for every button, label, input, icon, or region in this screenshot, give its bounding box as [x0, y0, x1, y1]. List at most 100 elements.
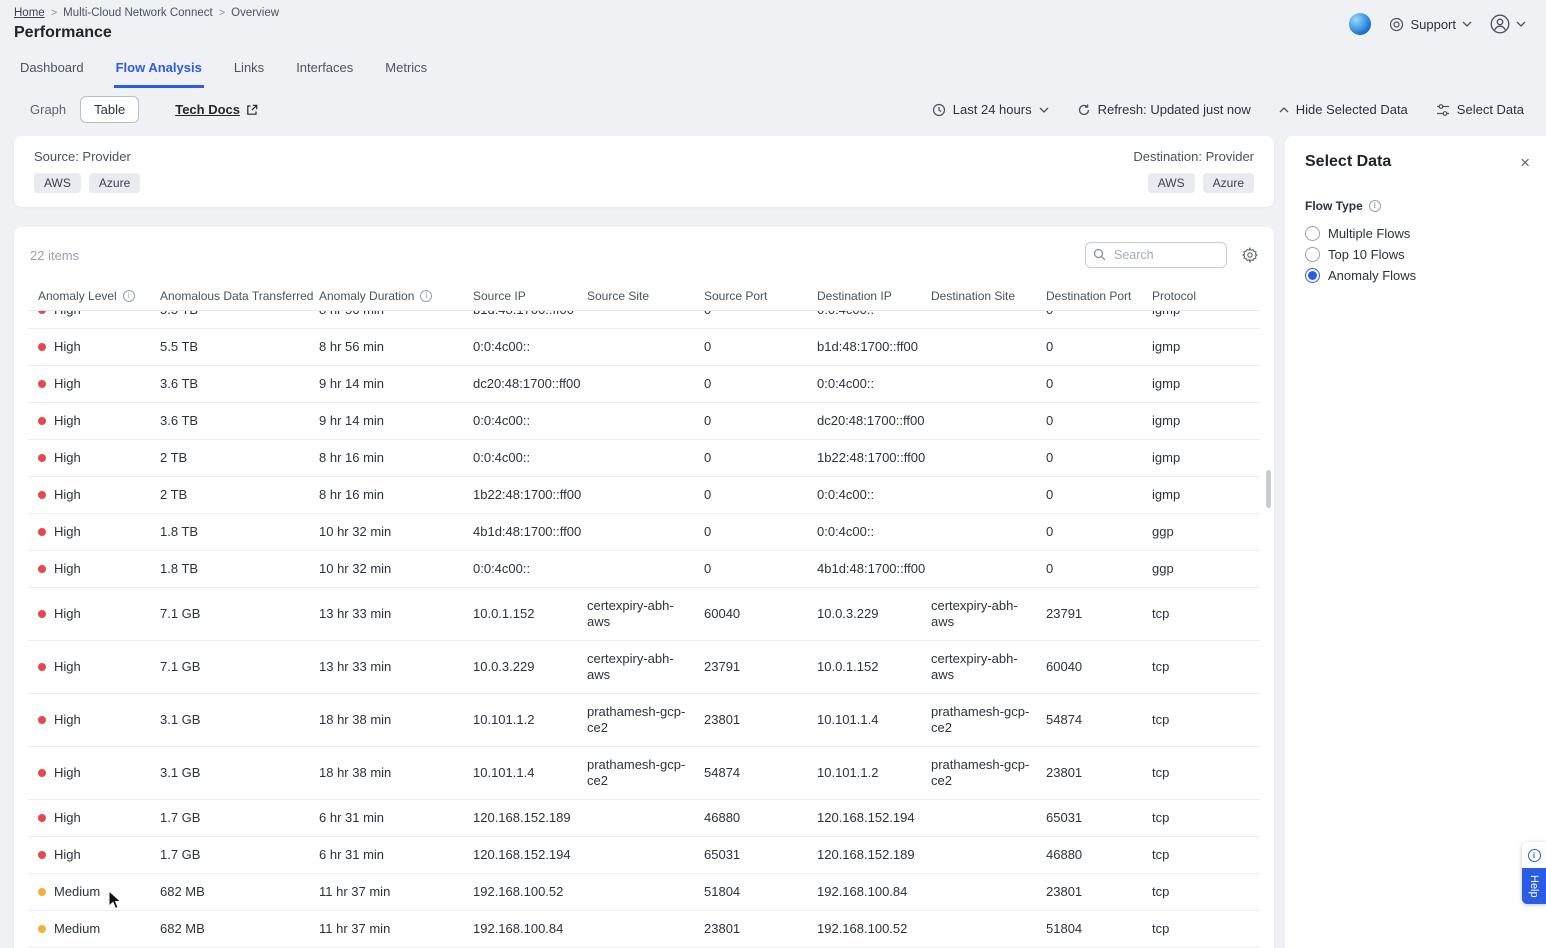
protocol-cell: tcp — [1142, 911, 1260, 947]
source-port-cell: 0 — [694, 311, 807, 328]
select-data-icon — [1436, 103, 1450, 117]
anomaly-duration-cell: 8 hr 56 min — [309, 311, 463, 328]
destination-ip-cell: 120.168.152.194 — [807, 800, 921, 836]
table-row[interactable]: High 3.6 TB 9 hr 14 min 0:0:4c00:: 0 dc2… — [28, 403, 1260, 440]
table-row[interactable]: High 1.8 TB 10 hr 32 min 0:0:4c00:: 0 4b… — [28, 551, 1260, 588]
column-header[interactable]: Anomaly Duration — [309, 289, 463, 303]
table-row[interactable]: Medium 682 MB 11 hr 37 min 192.168.100.8… — [28, 911, 1260, 948]
source-ip-cell: 10.101.1.4 — [463, 755, 577, 791]
table-row[interactable]: High 3.1 GB 18 hr 38 min 10.101.1.2 prat… — [28, 694, 1260, 747]
select-data-panel-title: Select Data — [1305, 153, 1391, 171]
view-toggle-button[interactable]: Graph — [16, 96, 80, 123]
column-header[interactable]: Anomalous Data Transferred — [150, 289, 309, 303]
view-toggle-button[interactable]: Table — [80, 96, 139, 123]
column-header[interactable]: Destination Port — [1036, 289, 1142, 303]
column-header[interactable]: Anomaly Level — [28, 289, 150, 303]
help-tab[interactable]: i Help — [1522, 842, 1546, 904]
table-row[interactable]: High 5.5 TB 8 hr 56 min 0:0:4c00:: 0 b1d… — [28, 329, 1260, 366]
flow-type-option[interactable]: Top 10 Flows — [1305, 247, 1530, 262]
info-icon[interactable] — [420, 290, 432, 302]
select-data-button[interactable]: Select Data — [1436, 102, 1524, 117]
table-row[interactable]: High 1.7 GB 6 hr 31 min 120.168.152.189 … — [28, 800, 1260, 837]
destination-port-cell: 0 — [1036, 329, 1142, 365]
destination-ip-cell: 120.168.152.189 — [807, 837, 921, 873]
anomaly-level-dot — [38, 610, 46, 618]
refresh-button[interactable]: Refresh: Updated just now — [1077, 102, 1251, 117]
anomaly-duration-cell: 6 hr 31 min — [309, 800, 463, 836]
tab[interactable]: Metrics — [383, 54, 429, 88]
info-icon[interactable] — [123, 290, 135, 302]
tab[interactable]: Flow Analysis — [114, 54, 204, 88]
anomaly-duration-cell: 8 hr 56 min — [309, 329, 463, 365]
search-input[interactable] — [1085, 242, 1227, 268]
anomalous-data-cell: 682 MB — [150, 911, 309, 947]
table-row[interactable]: High 5.5 TB 8 hr 56 min b1d:48:1700::ff0… — [28, 311, 1260, 329]
breadcrumb-multi-cloud-network-connect[interactable]: Multi-Cloud Network Connect — [63, 7, 213, 19]
destination-ip-cell: b1d:48:1700::ff00 — [807, 329, 921, 365]
provider-chip[interactable]: Azure — [1203, 173, 1254, 193]
column-header[interactable]: Source Site — [577, 289, 694, 303]
anomaly-level-cell: Medium — [28, 874, 150, 910]
tech-docs-link[interactable]: Tech Docs — [175, 102, 258, 117]
table-scrollbar[interactable] — [1266, 470, 1271, 508]
breadcrumb-home[interactable]: Home — [14, 7, 45, 19]
flow-type-option[interactable]: Anomaly Flows — [1305, 268, 1530, 283]
anomaly-level-cell: High — [28, 403, 150, 439]
flow-type-option[interactable]: Multiple Flows — [1305, 226, 1530, 241]
support-menu[interactable]: Support — [1389, 17, 1472, 32]
tab[interactable]: Interfaces — [294, 54, 355, 88]
tab[interactable]: Dashboard — [18, 54, 86, 88]
table-row[interactable]: High 7.1 GB 13 hr 33 min 10.0.3.229 cert… — [28, 641, 1260, 694]
anomaly-level-dot — [38, 380, 46, 388]
anomaly-level-value: High — [54, 376, 81, 392]
provider-chip[interactable]: Azure — [89, 173, 140, 193]
table-tools — [1085, 242, 1258, 268]
source-port-cell: 46880 — [694, 800, 807, 836]
source-ip-cell: 10.101.1.2 — [463, 702, 577, 738]
table-row[interactable]: High 3.1 GB 18 hr 38 min 10.101.1.4 prat… — [28, 747, 1260, 800]
column-label: Source IP — [473, 289, 526, 303]
anomalous-data-cell: 3.1 GB — [150, 755, 309, 791]
source-site-cell — [577, 311, 694, 320]
table-body: High 5.5 TB 8 hr 56 min b1d:48:1700::ff0… — [28, 311, 1260, 948]
anomalous-data-cell: 682 MB — [150, 874, 309, 910]
destination-port-cell: 0 — [1036, 477, 1142, 513]
info-icon[interactable] — [1369, 200, 1381, 212]
time-range-dropdown[interactable]: Last 24 hours — [932, 102, 1049, 117]
destination-site-cell — [921, 559, 1036, 579]
table-row[interactable]: High 7.1 GB 13 hr 33 min 10.0.1.152 cert… — [28, 588, 1260, 641]
column-header[interactable]: Protocol — [1142, 289, 1260, 303]
close-icon[interactable]: × — [1520, 154, 1530, 171]
table-row[interactable]: High 1.8 TB 10 hr 32 min 4b1d:48:1700::f… — [28, 514, 1260, 551]
source-site-cell — [577, 882, 694, 902]
hide-selected-data-label: Hide Selected Data — [1296, 102, 1408, 117]
table-row[interactable]: High 2 TB 8 hr 16 min 1b22:48:1700::ff00… — [28, 477, 1260, 514]
table-row[interactable]: Medium 682 MB 11 hr 37 min 192.168.100.5… — [28, 874, 1260, 911]
source-provider-filter: Source: Provider AWSAzure — [34, 149, 140, 193]
anomaly-level-value: High — [54, 847, 81, 863]
hide-selected-data-button[interactable]: Hide Selected Data — [1279, 102, 1408, 117]
help-icon-area: i — [1522, 842, 1546, 868]
user-menu[interactable] — [1490, 14, 1526, 34]
provider-chip[interactable]: AWS — [34, 173, 81, 193]
anomaly-level-cell: High — [28, 329, 150, 365]
flow-type-options: Multiple Flows Top 10 Flows Anomaly Flow… — [1305, 226, 1530, 283]
table-row[interactable]: High 1.7 GB 6 hr 31 min 120.168.152.194 … — [28, 837, 1260, 874]
breadcrumb-overview: Overview — [231, 7, 279, 19]
column-header[interactable]: Destination Site — [921, 289, 1036, 303]
provider-chip[interactable]: AWS — [1148, 173, 1195, 193]
table-row[interactable]: High 2 TB 8 hr 16 min 0:0:4c00:: 0 1b22:… — [28, 440, 1260, 477]
destination-port-cell: 0 — [1036, 366, 1142, 402]
destination-ip-cell: 0:0:4c00:: — [807, 366, 921, 402]
tab[interactable]: Links — [232, 54, 266, 88]
anomaly-level-cell: High — [28, 366, 150, 402]
destination-port-cell: 23801 — [1036, 874, 1142, 910]
destination-ip-cell: 192.168.100.52 — [807, 911, 921, 947]
column-header[interactable]: Source Port — [694, 289, 807, 303]
support-label: Support — [1410, 17, 1456, 32]
column-header[interactable]: Destination IP — [807, 289, 921, 303]
gear-icon[interactable] — [1242, 247, 1258, 263]
column-header[interactable]: Source IP — [463, 289, 577, 303]
table-row[interactable]: High 3.6 TB 9 hr 14 min dc20:48:1700::ff… — [28, 366, 1260, 403]
anomaly-duration-cell: 18 hr 38 min — [309, 755, 463, 791]
